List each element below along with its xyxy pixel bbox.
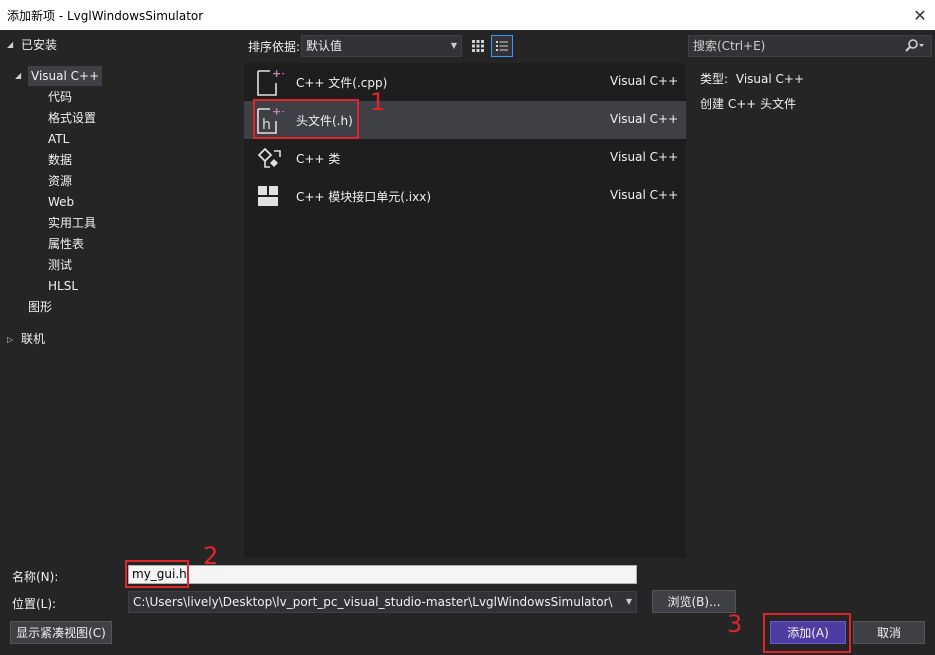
title-bar: 添加新项 - LvglWindowsSimulator ✕ — [0, 0, 935, 30]
tree-item-hlsl[interactable]: HLSL — [48, 276, 78, 296]
tree-item-utility[interactable]: 实用工具 — [48, 213, 96, 233]
tree-item-web[interactable]: Web — [48, 192, 74, 212]
template-language: Visual C++ — [610, 112, 679, 126]
template-item-module[interactable]: C++ 模块接口单元(.ixx) Visual C++ — [244, 177, 686, 215]
tree-item-code[interactable]: 代码 — [48, 87, 72, 107]
template-item-cpp[interactable]: ++ C++ 文件(.cpp) Visual C++ — [244, 63, 686, 101]
category-tree: ◢ 已安装 ◢ Visual C++ 代码 格式设置 ATL 数据 资源 Web… — [0, 30, 243, 558]
annotation-box-1 — [253, 99, 359, 139]
sort-label: 排序依据: — [248, 40, 301, 54]
description-text: 创建 C++ 头文件 — [700, 97, 797, 111]
template-language: Visual C++ — [610, 150, 679, 164]
search-placeholder: 搜索(Ctrl+E) — [693, 39, 766, 53]
annotation-number-1: 1 — [370, 88, 386, 116]
location-label: 位置(L): — [12, 597, 57, 611]
module-unit-icon — [258, 186, 278, 206]
cancel-button[interactable]: 取消 — [853, 621, 925, 644]
list-view-button[interactable] — [491, 35, 513, 57]
tree-item-formatting[interactable]: 格式设置 — [48, 108, 96, 128]
location-value: C:\Users\lively\Desktop\lv_port_pc_visua… — [133, 595, 613, 609]
sort-select[interactable]: 默认值 ▼ — [301, 35, 462, 57]
template-name: C++ 模块接口单元(.ixx) — [296, 190, 432, 204]
template-language: Visual C++ — [610, 74, 679, 88]
svg-text:++: ++ — [272, 67, 284, 80]
annotation-number-2: 2 — [203, 542, 219, 570]
tree-item-atl[interactable]: ATL — [48, 129, 69, 149]
tree-item-test[interactable]: 测试 — [48, 255, 72, 275]
sort-value: 默认值 — [306, 39, 343, 53]
close-button[interactable]: ✕ — [905, 0, 935, 30]
tree-item-visual-cpp[interactable]: Visual C++ — [28, 66, 103, 86]
name-label: 名称(N): — [12, 570, 59, 584]
compact-view-button[interactable]: 显示紧凑视图(C) — [10, 621, 112, 644]
dialog-content: ◢ 已安装 ◢ Visual C++ 代码 格式设置 ATL 数据 资源 Web… — [0, 30, 935, 655]
tree-item-property-sheets[interactable]: 属性表 — [48, 234, 84, 254]
browse-button[interactable]: 浏览(B)... — [652, 590, 736, 613]
tree-item-installed[interactable]: 已安装 — [21, 35, 57, 55]
description-type: 类型: Visual C++ — [700, 70, 804, 87]
cpp-file-icon: ++ — [257, 67, 284, 96]
tree-item-resource[interactable]: 资源 — [48, 171, 72, 191]
grid-view-button[interactable] — [467, 35, 489, 57]
tree-item-data[interactable]: 数据 — [48, 150, 72, 170]
list-view-icon — [496, 41, 508, 51]
type-label: 类型: — [700, 72, 729, 86]
window-title: 添加新项 - LvglWindowsSimulator — [7, 9, 204, 23]
caret-right-icon[interactable]: ▷ — [7, 335, 13, 344]
chevron-down-icon: ▼ — [450, 41, 457, 50]
annotation-box-3 — [763, 613, 851, 653]
grid-view-icon — [472, 40, 484, 52]
search-input[interactable]: 搜索(Ctrl+E) — [688, 35, 932, 57]
annotation-number-3: 3 — [727, 610, 743, 638]
location-select[interactable]: C:\Users\lively\Desktop\lv_port_pc_visua… — [128, 591, 637, 613]
caret-down-icon[interactable]: ◢ — [7, 40, 13, 49]
type-value: Visual C++ — [735, 72, 805, 86]
template-name: C++ 类 — [296, 152, 341, 166]
close-icon: ✕ — [913, 5, 927, 25]
template-item-class[interactable]: C++ 类 Visual C++ — [244, 139, 686, 177]
tree-item-online[interactable]: 联机 — [21, 329, 45, 349]
tree-item-graphics[interactable]: 图形 — [28, 297, 52, 317]
annotation-box-2 — [125, 560, 189, 588]
search-icon — [905, 39, 924, 52]
caret-down-icon[interactable]: ◢ — [15, 71, 21, 80]
chevron-down-icon: ▼ — [625, 597, 632, 606]
cpp-class-icon — [257, 147, 281, 168]
template-language: Visual C++ — [610, 188, 679, 202]
